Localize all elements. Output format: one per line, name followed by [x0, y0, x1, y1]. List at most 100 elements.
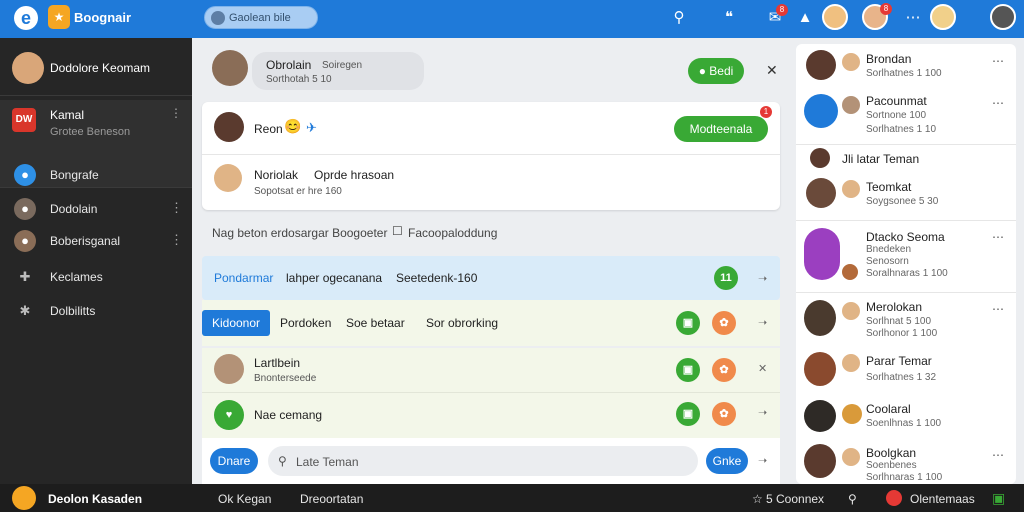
arrow-icon[interactable]: ➝: [758, 316, 767, 329]
list-item[interactable]: Boolgkan Soenbenes Sorlhnaras 1 100 ⋯: [796, 442, 1016, 484]
more-icon[interactable]: ⋮: [170, 106, 182, 120]
footer-link[interactable]: 5 Coonnex: [766, 492, 824, 506]
friends-icon[interactable]: ▲: [794, 7, 816, 29]
list-item[interactable]: Teomkat Soygsonee 5 30: [796, 176, 1016, 220]
more-icon[interactable]: ⋯: [992, 54, 1004, 68]
thread-row[interactable]: Kidoonor Pordoken Soe betaar Sor obrorki…: [202, 300, 780, 346]
edit-icon: ●: [698, 64, 710, 78]
search-icon[interactable]: ⚲: [668, 7, 690, 29]
divider: [202, 392, 780, 393]
tab[interactable]: Sor obrorking: [426, 316, 498, 330]
sidebar-item-label: Boberisganal: [50, 234, 121, 248]
avatar: [214, 354, 244, 384]
sidebar-item-boberisganal[interactable]: ● Boberisganal ⋮: [0, 226, 192, 256]
avatar: [804, 228, 840, 280]
list-item[interactable]: Brondan Sorlhatnes 1 100 ⋯: [796, 44, 1016, 90]
avatar: [804, 400, 836, 432]
contact-sub: Sorlhnaras 1 100: [866, 472, 943, 483]
list-item[interactable]: Parar Temar Sorlhatnes 1 32: [796, 350, 1016, 394]
post-card: Reon 😊 ✈ Modteenala 1 Noriolak Oprde hra…: [202, 102, 780, 210]
avatar: [842, 302, 860, 320]
star-icon: ☆: [752, 492, 763, 506]
send-button[interactable]: Gnke: [706, 448, 748, 474]
tab[interactable]: lahper ogecanana: [286, 271, 382, 285]
more-icon[interactable]: ⋯: [992, 448, 1004, 462]
action-icon[interactable]: ▣: [676, 358, 700, 382]
contacts-panel: Brondan Sorlhatnes 1 100 ⋯ Pacounmat Sor…: [796, 44, 1016, 484]
arrow-icon[interactable]: ➝: [758, 406, 767, 419]
close-icon[interactable]: ✕: [766, 62, 778, 79]
chat-icon[interactable]: ❝: [718, 7, 740, 29]
more-icon[interactable]: ⋮: [170, 200, 183, 216]
contact-name: Teomkat: [866, 180, 912, 194]
more-icon[interactable]: ⋯: [902, 7, 924, 29]
sidebar-item-dolbilitts[interactable]: ✱ Dolbilitts: [0, 296, 192, 326]
thread-row[interactable]: Lartlbein Bnonterseede ▣ ✿ ✕ ♥ Nae ceman…: [202, 348, 780, 438]
more-icon[interactable]: ⋯: [992, 302, 1004, 316]
app-name: Boognair: [74, 10, 132, 25]
grid-icon[interactable]: ▣: [992, 490, 1005, 507]
moderate-button[interactable]: Modteenala: [674, 116, 768, 142]
user-group-icon: ●: [14, 230, 36, 252]
avatar[interactable]: [990, 4, 1016, 30]
row-text: Nae cemang: [254, 408, 323, 422]
footer-link[interactable]: Ok Kegan: [218, 492, 271, 506]
list-item[interactable]: Jli latar Teman: [796, 144, 1016, 174]
avatar[interactable]: [930, 4, 956, 30]
avatar[interactable]: [822, 4, 848, 30]
avatar: [804, 94, 838, 128]
arrow-icon[interactable]: ➝: [758, 454, 767, 467]
more-icon[interactable]: ⋯: [992, 230, 1004, 244]
arrow-icon[interactable]: ➝: [758, 272, 767, 285]
avatar: [842, 404, 862, 424]
avatar[interactable]: [12, 486, 36, 510]
action-icon[interactable]: ✿: [712, 311, 736, 335]
footer-link[interactable]: Olentemaas: [910, 492, 975, 506]
footer-link[interactable]: Dreoortatan: [300, 492, 363, 506]
more-icon[interactable]: ⋮: [170, 232, 183, 248]
avatar: [842, 448, 860, 466]
contact-sub: Soralhnaras 1 100: [866, 268, 948, 279]
tab[interactable]: Seetedenk-160: [396, 271, 477, 285]
share-button[interactable]: Dnare: [210, 448, 258, 474]
tab[interactable]: Soe betaar: [346, 316, 405, 330]
action-icon[interactable]: ✿: [712, 402, 736, 426]
sidebar-profile[interactable]: Dodolore Keomam: [0, 38, 192, 96]
action-icon[interactable]: ▣: [676, 311, 700, 335]
tab-active[interactable]: Pondarmar: [214, 271, 273, 285]
avatar: [12, 52, 44, 84]
message-input[interactable]: ⚲ Late Teman: [268, 446, 698, 476]
search-input[interactable]: Gaolean bile: [204, 6, 318, 29]
search-icon[interactable]: ⚲: [848, 492, 857, 506]
active-title: Kamal: [50, 108, 85, 122]
bird-icon: ✈: [306, 120, 317, 135]
sidebar-item-bongrafe[interactable]: ● Bongrafe: [0, 160, 192, 190]
banner-link[interactable]: Facoopaloddung: [408, 226, 497, 240]
more-icon[interactable]: ⋯: [992, 96, 1004, 110]
heart-icon[interactable]: ♥: [214, 400, 244, 430]
contact-name: Jli latar Teman: [842, 152, 920, 166]
thread-row[interactable]: Pondarmar lahper ogecanana Seetedenk-160…: [202, 256, 780, 300]
post-meta: Sopotsat er hre 160: [254, 186, 342, 197]
bottom-bar: Deolon Kasaden Ok Kegan Dreoortatan ☆ 5 …: [0, 484, 1024, 512]
app-icon: DW: [12, 108, 36, 132]
list-item[interactable]: Dtacko Seoma Bnedeken Senosorn Soralhnar…: [796, 224, 1016, 290]
list-item[interactable]: Coolaral Soenlhnas 1 100: [796, 398, 1016, 438]
contact-name: Merolokan: [866, 300, 923, 314]
row-sub: Bnonterseede: [254, 373, 317, 384]
action-icon[interactable]: ✿: [712, 358, 736, 382]
list-item[interactable]: Merolokan Sorlhnat 5 100 Sorlhonor 1 100…: [796, 296, 1016, 348]
app-logo-icon[interactable]: e: [14, 6, 38, 30]
action-icon[interactable]: ▣: [676, 402, 700, 426]
post-author: Noriolak: [254, 168, 299, 182]
sidebar-item-keclames[interactable]: ✚ Keclames: [0, 262, 192, 292]
notification-badge: 1: [760, 106, 772, 118]
tab[interactable]: Pordoken: [280, 316, 331, 330]
list-item[interactable]: Pacounmat Sortnone 100 Sorlhatnes 1 10 ⋯: [796, 90, 1016, 144]
tab-active[interactable]: Kidoonor: [202, 310, 270, 336]
edit-button[interactable]: ● Bedi: [688, 58, 744, 84]
avatar: [214, 112, 244, 142]
app-secondary-icon[interactable]: ★: [48, 5, 70, 29]
sidebar-item-dodolain[interactable]: ● Dodolain ⋮: [0, 194, 192, 224]
close-icon[interactable]: ✕: [758, 362, 767, 375]
